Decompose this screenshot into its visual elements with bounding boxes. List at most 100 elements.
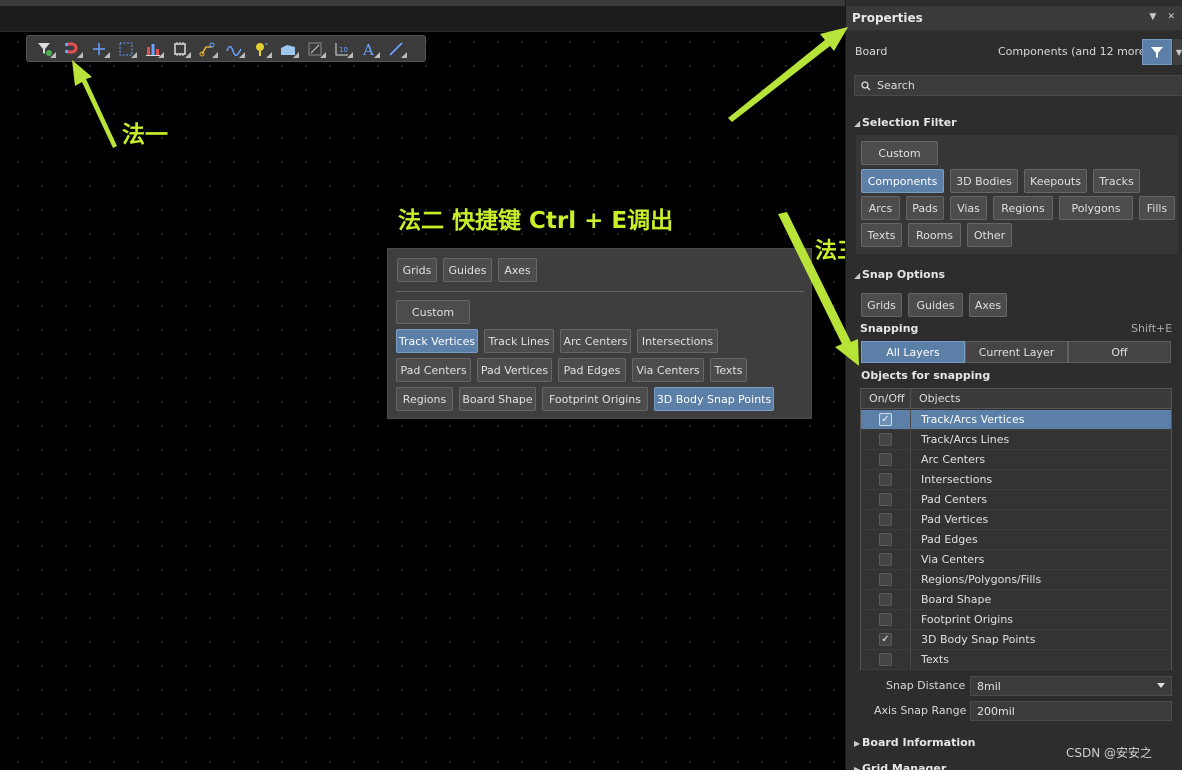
table-row[interactable]: Via Centers	[861, 550, 1171, 570]
search-input[interactable]: Search	[854, 75, 1182, 96]
popup-axes-button[interactable]: Axes	[498, 258, 537, 282]
popup-pad-centers-button[interactable]: Pad Centers	[396, 358, 471, 382]
selection-filter-heading[interactable]: ◢ Selection Filter	[854, 116, 957, 129]
board-information-heading[interactable]: ▶ Board Information	[854, 736, 976, 749]
snapping-all-layers[interactable]: All Layers	[861, 341, 965, 363]
dimension-icon[interactable]	[303, 38, 327, 60]
row-toggle-cell[interactable]	[861, 430, 911, 449]
filter-custom-button[interactable]: Custom	[861, 141, 938, 165]
popup-regions-button[interactable]: Regions	[396, 387, 453, 411]
snap-magnet-icon[interactable]	[60, 38, 84, 60]
checkbox[interactable]	[879, 493, 892, 506]
region-icon[interactable]	[276, 38, 300, 60]
snapping-current-layer[interactable]: Current Layer	[965, 341, 1068, 363]
row-toggle-cell[interactable]	[861, 550, 911, 569]
filter-other-button[interactable]: Other	[967, 223, 1012, 247]
row-toggle-cell[interactable]	[861, 470, 911, 489]
filter-polygons-button[interactable]: Polygons	[1059, 196, 1133, 220]
grid-manager-heading[interactable]: ▶ Grid Manager	[854, 762, 946, 770]
popup-guides-button[interactable]: Guides	[443, 258, 492, 282]
table-row[interactable]: Track/Arcs Lines	[861, 430, 1171, 450]
table-row[interactable]: Pad Centers	[861, 490, 1171, 510]
checkbox[interactable]: ✓	[879, 413, 892, 426]
route-icon[interactable]	[195, 38, 219, 60]
line-icon[interactable]	[384, 38, 408, 60]
popup-footprint-origins-button[interactable]: Footprint Origins	[542, 387, 648, 411]
filter-components-button[interactable]: Components	[861, 169, 944, 193]
string-icon[interactable]: 10	[330, 38, 354, 60]
table-row[interactable]: Footprint Origins	[861, 610, 1171, 630]
table-row[interactable]: Arc Centers	[861, 450, 1171, 470]
component-icon[interactable]	[168, 38, 192, 60]
snap-axes-button[interactable]: Axes	[969, 293, 1007, 317]
row-toggle-cell[interactable]	[861, 590, 911, 609]
popup-arc-centers-button[interactable]: Arc Centers	[560, 329, 631, 353]
filter-texts-button[interactable]: Texts	[861, 223, 902, 247]
filter-rooms-button[interactable]: Rooms	[908, 223, 961, 247]
filter-regions-button[interactable]: Regions	[993, 196, 1053, 220]
table-row[interactable]: Intersections	[861, 470, 1171, 490]
row-toggle-cell[interactable]	[861, 510, 911, 529]
row-toggle-cell[interactable]: ✓	[861, 410, 911, 429]
popup-3d-body-snap-button[interactable]: 3D Body Snap Points	[654, 387, 774, 411]
checkbox[interactable]	[879, 573, 892, 586]
panel-controls[interactable]: ▼ ✕	[1149, 12, 1179, 22]
align-icon[interactable]	[141, 38, 165, 60]
filter-keepouts-button[interactable]: Keepouts	[1024, 169, 1087, 193]
checkbox[interactable]: ✓	[879, 633, 892, 646]
popup-pad-edges-button[interactable]: Pad Edges	[558, 358, 626, 382]
popup-track-vertices-button[interactable]: Track Vertices	[396, 329, 478, 353]
pin-icon[interactable]	[249, 38, 273, 60]
popup-intersections-button[interactable]: Intersections	[637, 329, 718, 353]
cross-icon[interactable]	[87, 38, 111, 60]
filter-icon[interactable]	[33, 38, 57, 60]
row-toggle-cell[interactable]	[861, 650, 911, 669]
row-toggle-cell[interactable]: ✓	[861, 630, 911, 649]
snap-distance-select[interactable]: 8mil	[970, 676, 1172, 696]
filter-button[interactable]	[1142, 39, 1172, 65]
table-row[interactable]: Pad Edges	[861, 530, 1171, 550]
popup-track-lines-button[interactable]: Track Lines	[484, 329, 554, 353]
table-row[interactable]: Board Shape	[861, 590, 1171, 610]
row-toggle-cell[interactable]	[861, 570, 911, 589]
row-toggle-cell[interactable]	[861, 490, 911, 509]
filter-tracks-button[interactable]: Tracks	[1093, 169, 1140, 193]
row-toggle-cell[interactable]	[861, 530, 911, 549]
text-icon[interactable]: A	[357, 38, 381, 60]
diff-pair-icon[interactable]	[222, 38, 246, 60]
filter-arcs-button[interactable]: Arcs	[861, 196, 900, 220]
table-row[interactable]: Texts	[861, 650, 1171, 670]
snap-grids-button[interactable]: Grids	[861, 293, 902, 317]
checkbox[interactable]	[879, 533, 892, 546]
popup-custom-button[interactable]: Custom	[396, 300, 470, 324]
popup-via-centers-button[interactable]: Via Centers	[632, 358, 704, 382]
popup-board-shape-button[interactable]: Board Shape	[459, 387, 536, 411]
checkbox[interactable]	[879, 613, 892, 626]
filter-dropdown-arrow[interactable]: ▼	[1173, 39, 1182, 65]
checkbox[interactable]	[879, 433, 892, 446]
popup-grids-button[interactable]: Grids	[397, 258, 437, 282]
table-row[interactable]: Regions/Polygons/Fills	[861, 570, 1171, 590]
axis-snap-range-input[interactable]: 200mil	[970, 701, 1172, 721]
checkbox[interactable]	[879, 453, 892, 466]
filter-vias-button[interactable]: Vias	[950, 196, 987, 220]
checkbox[interactable]	[879, 513, 892, 526]
checkbox[interactable]	[879, 553, 892, 566]
popup-texts-button[interactable]: Texts	[710, 358, 747, 382]
table-row[interactable]: ✓ Track/Arcs Vertices	[861, 410, 1171, 430]
filter-pads-button[interactable]: Pads	[906, 196, 944, 220]
row-toggle-cell[interactable]	[861, 450, 911, 469]
select-rect-icon[interactable]	[114, 38, 138, 60]
checkbox[interactable]	[879, 593, 892, 606]
checkbox[interactable]	[879, 653, 892, 666]
snap-options-heading[interactable]: ◢ Snap Options	[854, 268, 945, 281]
checkbox[interactable]	[879, 473, 892, 486]
table-row[interactable]: ✓ 3D Body Snap Points	[861, 630, 1171, 650]
snapping-off[interactable]: Off	[1068, 341, 1171, 363]
row-toggle-cell[interactable]	[861, 610, 911, 629]
table-row[interactable]: Pad Vertices	[861, 510, 1171, 530]
filter-3d-bodies-button[interactable]: 3D Bodies	[950, 169, 1018, 193]
popup-pad-vertices-button[interactable]: Pad Vertices	[477, 358, 552, 382]
filter-fills-button[interactable]: Fills	[1139, 196, 1175, 220]
snap-guides-button[interactable]: Guides	[908, 293, 963, 317]
